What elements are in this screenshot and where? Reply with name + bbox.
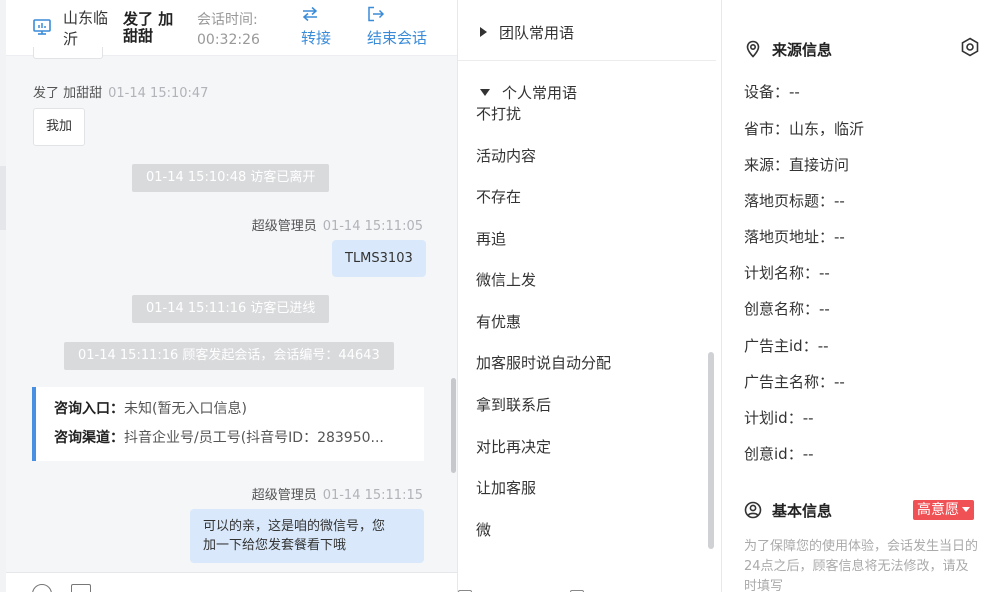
visitor-message-bubble: 我加: [33, 108, 86, 146]
message-time: 01-14 15:10:47: [108, 86, 209, 101]
personal-phrases-toggle[interactable]: 个人常用语: [480, 82, 577, 103]
message-line: 可以的亲，这是咱的微信号，您: [203, 519, 386, 534]
session-time-label: 会话时间:: [197, 12, 258, 28]
field-device: 设备：--: [744, 83, 800, 101]
quick-replies-panel: 团队常用语 个人常用语 不打扰 活动内容 不存在 再追 微信上发 有优惠 加客服…: [458, 0, 721, 592]
field-advertiser-id: 广告主id：--: [744, 337, 829, 355]
consult-entry-value: 未知(暂无入口信息): [124, 401, 247, 417]
phrase-item[interactable]: 再追: [476, 228, 506, 249]
phrase-item[interactable]: 不打扰: [476, 103, 521, 124]
phrase-item[interactable]: 加客服时说自动分配: [476, 352, 611, 373]
visitor-location: 山东临沂: [63, 9, 109, 48]
field-province-city: 省市：山东，临沂: [744, 120, 865, 138]
team-phrases-group: 团队常用语: [458, 0, 716, 61]
image-icon[interactable]: [71, 584, 91, 592]
consult-entry-key: 咨询入口：: [54, 401, 124, 417]
basic-info-title: 基本信息: [744, 500, 832, 521]
session-time-value: 00:32:26: [197, 32, 260, 48]
caret-down-icon: [962, 507, 970, 512]
team-phrases-toggle[interactable]: 团队常用语: [480, 22, 574, 43]
phrase-item[interactable]: 让加客服: [476, 477, 536, 498]
intent-level-label: 高意愿: [917, 502, 959, 518]
field-landing-title: 落地页标题：--: [744, 192, 845, 210]
intent-level-dropdown[interactable]: 高意愿: [913, 500, 974, 520]
consult-info-card: 咨询入口：未知(暂无入口信息) 咨询渠道：抖音企业号/员工号(抖音号ID：283…: [32, 387, 424, 461]
chat-scrollbar[interactable]: [451, 378, 456, 473]
sender-name: 超级管理员: [251, 219, 317, 234]
transfer-button[interactable]: 转接: [301, 6, 331, 48]
sender-name: 超级管理员: [251, 488, 317, 503]
field-creative-id: 创意id：--: [744, 445, 814, 463]
visitor-name: 发了 加甜甜: [123, 10, 174, 45]
system-notice-left: 01-14 15:10:48 访客已离开: [132, 164, 330, 192]
phrase-item[interactable]: 不存在: [476, 186, 521, 207]
edit-notice: 为了保障您的使用体验，会话发生当日的24点之后，顾客信息将无法修改，请及时填写: [744, 539, 979, 592]
agent-message-bubble: TLMS3103: [332, 240, 426, 277]
emoji-icon[interactable]: [32, 584, 52, 592]
location-pin-icon: [746, 40, 760, 58]
previous-bubble-edge: [33, 47, 103, 59]
team-phrases-label: 团队常用语: [499, 24, 575, 42]
message-time: 01-14 15:11:05: [322, 219, 423, 234]
message-time: 01-14 15:11:15: [322, 488, 423, 503]
transfer-label: 转接: [301, 29, 332, 47]
agent-message-meta: 超级管理员 01-14 15:11:05: [252, 215, 423, 234]
phrase-item[interactable]: 微: [476, 519, 491, 540]
end-session-label: 结束会话: [367, 29, 428, 47]
field-landing-url: 落地页地址：--: [744, 228, 845, 246]
settings-icon[interactable]: [960, 37, 980, 57]
quick-replies-scrollbar[interactable]: [708, 352, 714, 549]
consult-channel-row: 咨询渠道：抖音企业号/员工号(抖音号ID：283950...: [54, 428, 424, 448]
field-plan-id: 计划id：--: [744, 409, 814, 427]
phrase-item[interactable]: 活动内容: [476, 145, 536, 166]
basic-info-label: 基本信息: [772, 502, 833, 520]
customer-info-panel: 来源信息 设备：-- 省市：山东，临沂 来源：直接访问 落地页标题：-- 落地页…: [722, 0, 994, 592]
consult-channel-key: 咨询渠道：: [54, 430, 124, 446]
chat-panel: 山东临沂 发了 加甜甜 会话时间: 00:32:26 转接 结束会话 发了 加甜…: [6, 0, 458, 592]
sender-name: 发了 加甜甜: [33, 86, 103, 101]
system-notice-enter: 01-14 15:11:16 访客已进线: [132, 295, 330, 323]
phrase-item[interactable]: 有优惠: [476, 311, 521, 332]
exit-icon: [368, 6, 385, 22]
visitor-message-meta: 发了 加甜甜 01-14 15:10:47: [33, 82, 208, 101]
agent-message-meta: 超级管理员 01-14 15:11:15: [252, 484, 423, 503]
consult-channel-value: 抖音企业号/员工号(抖音号ID：283950...: [124, 430, 384, 446]
user-icon: [744, 501, 762, 519]
quick-replies-footer: [458, 576, 721, 592]
monitor-icon: [33, 19, 51, 35]
phrase-item[interactable]: 拿到联系后: [476, 394, 551, 415]
field-advertiser-name: 广告主名称：--: [744, 373, 845, 391]
source-info-label: 来源信息: [772, 41, 833, 59]
field-source: 来源：直接访问: [744, 156, 850, 174]
transfer-icon: [302, 6, 318, 22]
source-info-title: 来源信息: [744, 39, 832, 60]
end-session-button[interactable]: 结束会话: [367, 6, 427, 48]
phrase-item[interactable]: 微信上发: [476, 269, 536, 290]
personal-phrases-label: 个人常用语: [502, 84, 578, 102]
caret-right-icon: [480, 27, 487, 37]
consult-entry-row: 咨询入口：未知(暂无入口信息): [54, 399, 424, 419]
agent-message-bubble: 可以的亲，这是咱的微信号，您 加一下给您发套餐看下哦: [190, 509, 424, 563]
caret-down-icon: [480, 89, 490, 96]
phrase-item[interactable]: 对比再决定: [476, 436, 551, 457]
field-creative-name: 创意名称：--: [744, 300, 830, 318]
chat-input-toolbar: [6, 572, 457, 592]
message-line: 加一下给您发套餐看下哦: [203, 538, 347, 553]
field-plan-name: 计划名称：--: [744, 264, 830, 282]
system-notice-start: 01-14 15:11:16 顾客发起会话，会话编号：44643: [64, 342, 394, 370]
